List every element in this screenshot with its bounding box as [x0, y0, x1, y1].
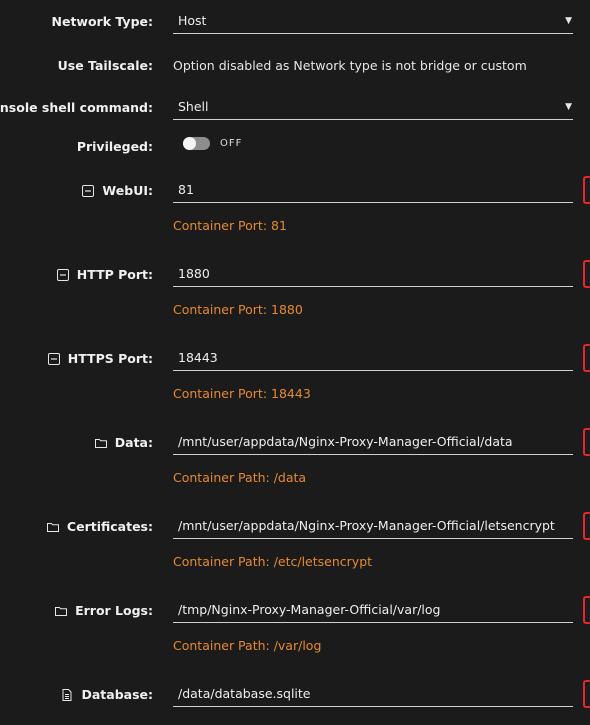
privileged-state: OFF [220, 138, 243, 149]
privileged-label: Privileged: [76, 139, 153, 154]
folder-icon [46, 522, 59, 532]
webui-input[interactable]: 81 [173, 177, 573, 203]
dropdown-arrow-icon: ▼ [565, 102, 572, 112]
certificates-hint: Container Path: /etc/letsencrypt [173, 554, 373, 569]
database-label-text: Database: [81, 687, 153, 702]
folder-icon [94, 438, 107, 448]
certificates-edit-button[interactable] [583, 512, 590, 540]
use-tailscale-text: Option disabled as Network type is not b… [173, 58, 527, 73]
console-shell-label: Console shell command: [0, 100, 153, 115]
https-port-edit-button[interactable] [583, 344, 590, 372]
webui-edit-button[interactable] [583, 176, 590, 204]
database-row: Database: /data/database.sqlite [0, 680, 590, 720]
error-logs-hint: Container Path: /var/log [173, 638, 322, 653]
privileged-row: Privileged: OFF [0, 137, 590, 157]
data-path-label: Data: [94, 435, 153, 450]
database-label: Database: [61, 687, 153, 702]
privileged-toggle[interactable] [183, 137, 210, 150]
toggle-knob [183, 137, 196, 150]
webui-label: WebUI: [82, 183, 153, 198]
data-path-edit-button[interactable] [583, 428, 590, 456]
webui-hint: Container Port: 81 [173, 218, 287, 233]
error-logs-label: Error Logs: [55, 603, 153, 618]
http-port-label-text: HTTP Port: [76, 267, 153, 282]
error-logs-row: Error Logs: /tmp/Nginx-Proxy-Manager-Off… [0, 596, 590, 656]
error-logs-edit-button[interactable] [583, 596, 590, 624]
error-logs-input[interactable]: /tmp/Nginx-Proxy-Manager-Official/var/lo… [173, 597, 573, 623]
database-edit-button[interactable] [583, 680, 590, 708]
https-port-input[interactable]: 18443 [173, 345, 573, 371]
data-path-row: Data: /mnt/user/appdata/Nginx-Proxy-Mana… [0, 428, 590, 488]
use-tailscale-label: Use Tailscale: [57, 58, 153, 73]
error-logs-label-text: Error Logs: [75, 603, 153, 618]
network-type-select[interactable]: Host ▼ [173, 8, 573, 34]
certificates-row: Certificates: /mnt/user/appdata/Nginx-Pr… [0, 512, 590, 572]
http-port-input[interactable]: 1880 [173, 261, 573, 287]
https-port-label: HTTPS Port: [47, 351, 153, 366]
certificates-input[interactable]: /mnt/user/appdata/Nginx-Proxy-Manager-Of… [173, 513, 573, 539]
minus-square-icon[interactable] [47, 352, 60, 365]
http-port-row: HTTP Port: 1880 Container Port: 1880 [0, 260, 590, 320]
http-port-edit-button[interactable] [583, 260, 590, 288]
http-port-label: HTTP Port: [56, 267, 153, 282]
webui-row: WebUI: 81 Container Port: 81 [0, 176, 590, 236]
certificates-label-text: Certificates: [66, 519, 153, 534]
folder-icon [55, 606, 68, 616]
network-type-label: Network Type: [51, 14, 154, 29]
https-port-label-text: HTTPS Port: [67, 351, 153, 366]
network-type-row: Network Type: Host ▼ [0, 8, 590, 38]
https-port-row: HTTPS Port: 18443 Container Port: 18443 [0, 344, 590, 404]
network-type-value: Host [178, 13, 207, 28]
console-shell-row: Console shell command: Shell ▼ [0, 94, 590, 124]
data-path-input[interactable]: /mnt/user/appdata/Nginx-Proxy-Manager-Of… [173, 429, 573, 455]
use-tailscale-row: Use Tailscale: Option disabled as Networ… [0, 58, 590, 78]
webui-label-text: WebUI: [102, 183, 153, 198]
http-port-hint: Container Port: 1880 [173, 302, 303, 317]
https-port-hint: Container Port: 18443 [173, 386, 311, 401]
console-shell-value: Shell [178, 99, 209, 114]
data-path-label-text: Data: [114, 435, 153, 450]
data-path-hint: Container Path: /data [173, 470, 307, 485]
database-input[interactable]: /data/database.sqlite [173, 681, 573, 707]
minus-square-icon[interactable] [56, 268, 69, 281]
certificates-label: Certificates: [46, 519, 153, 534]
file-icon [62, 688, 72, 701]
console-shell-select[interactable]: Shell ▼ [173, 94, 573, 120]
minus-square-icon[interactable] [82, 184, 95, 197]
dropdown-arrow-icon: ▼ [565, 16, 572, 26]
